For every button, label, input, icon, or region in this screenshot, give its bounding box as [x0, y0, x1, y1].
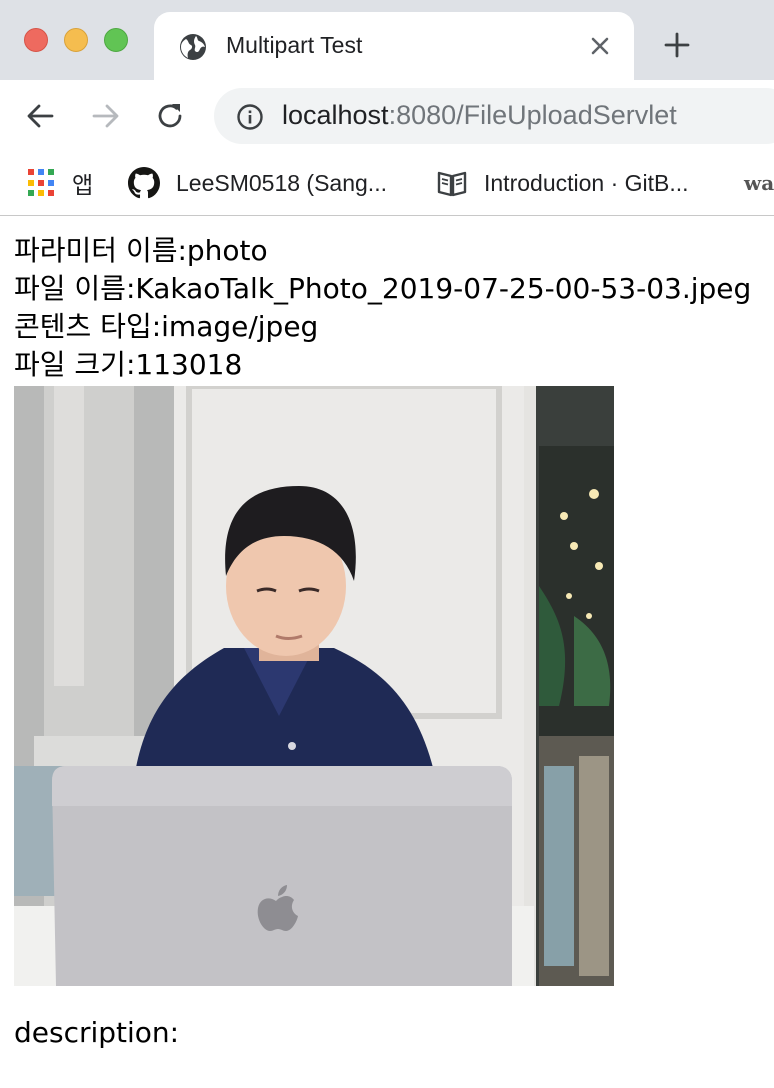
forward-icon[interactable] — [88, 98, 124, 134]
param-name-line: 파라미터 이름:photo — [14, 234, 268, 267]
file-size-line: 파일 크기:113018 — [14, 348, 243, 381]
reload-icon[interactable] — [152, 98, 188, 134]
tab-strip: Multipart Test — [0, 0, 774, 80]
uploaded-photo — [14, 386, 614, 986]
page-content: 파라미터 이름:photo 파일 이름:KakaoTalk_Photo_2019… — [14, 232, 774, 384]
bookmark-favicon: wa — [744, 171, 774, 195]
tab-title: Multipart Test — [226, 32, 363, 58]
window-maximize-button[interactable] — [104, 28, 128, 52]
bookmark-gitbook[interactable]: Introduction · GitB... — [436, 166, 689, 200]
bookmark-apps[interactable]: 앱 — [28, 166, 93, 200]
apps-grid-icon — [28, 169, 56, 197]
browser-tab[interactable]: Multipart Test — [154, 12, 634, 80]
content-type-line: 콘텐츠 타입:image/jpeg — [14, 310, 319, 343]
url-text[interactable]: localhost:8080/FileUploadServlet — [282, 100, 677, 131]
bookmark-label: LeeSM0518 (Sang... — [176, 169, 387, 196]
address-bar[interactable]: localhost:8080/FileUploadServlet — [214, 88, 774, 144]
globe-icon — [180, 34, 206, 60]
new-tab-icon[interactable] — [662, 30, 692, 60]
bookmark-label: Introduction · GitB... — [484, 169, 689, 196]
file-name-line: 파일 이름:KakaoTalk_Photo_2019-07-25-00-53-0… — [14, 272, 752, 305]
window-minimize-button[interactable] — [64, 28, 88, 52]
browser-toolbar: localhost:8080/FileUploadServlet — [0, 80, 774, 152]
url-host: localhost — [282, 100, 389, 130]
bookmark-label: 앱 — [72, 173, 94, 199]
url-path: :8080/FileUploadServlet — [388, 100, 677, 130]
info-icon[interactable] — [236, 103, 264, 131]
github-icon — [128, 167, 160, 199]
bookmark-github[interactable]: LeeSM0518 (Sang... — [128, 166, 387, 200]
window-close-button[interactable] — [24, 28, 48, 52]
bookmarks-bar: 앱 LeeSM0518 (Sang... Introduction · GitB… — [0, 152, 774, 216]
bookmark-truncated[interactable]: wa — [744, 166, 774, 200]
description-label: description: — [14, 1016, 180, 1049]
close-icon[interactable] — [586, 32, 614, 60]
back-icon[interactable] — [22, 98, 58, 134]
gitbook-icon — [437, 171, 467, 197]
